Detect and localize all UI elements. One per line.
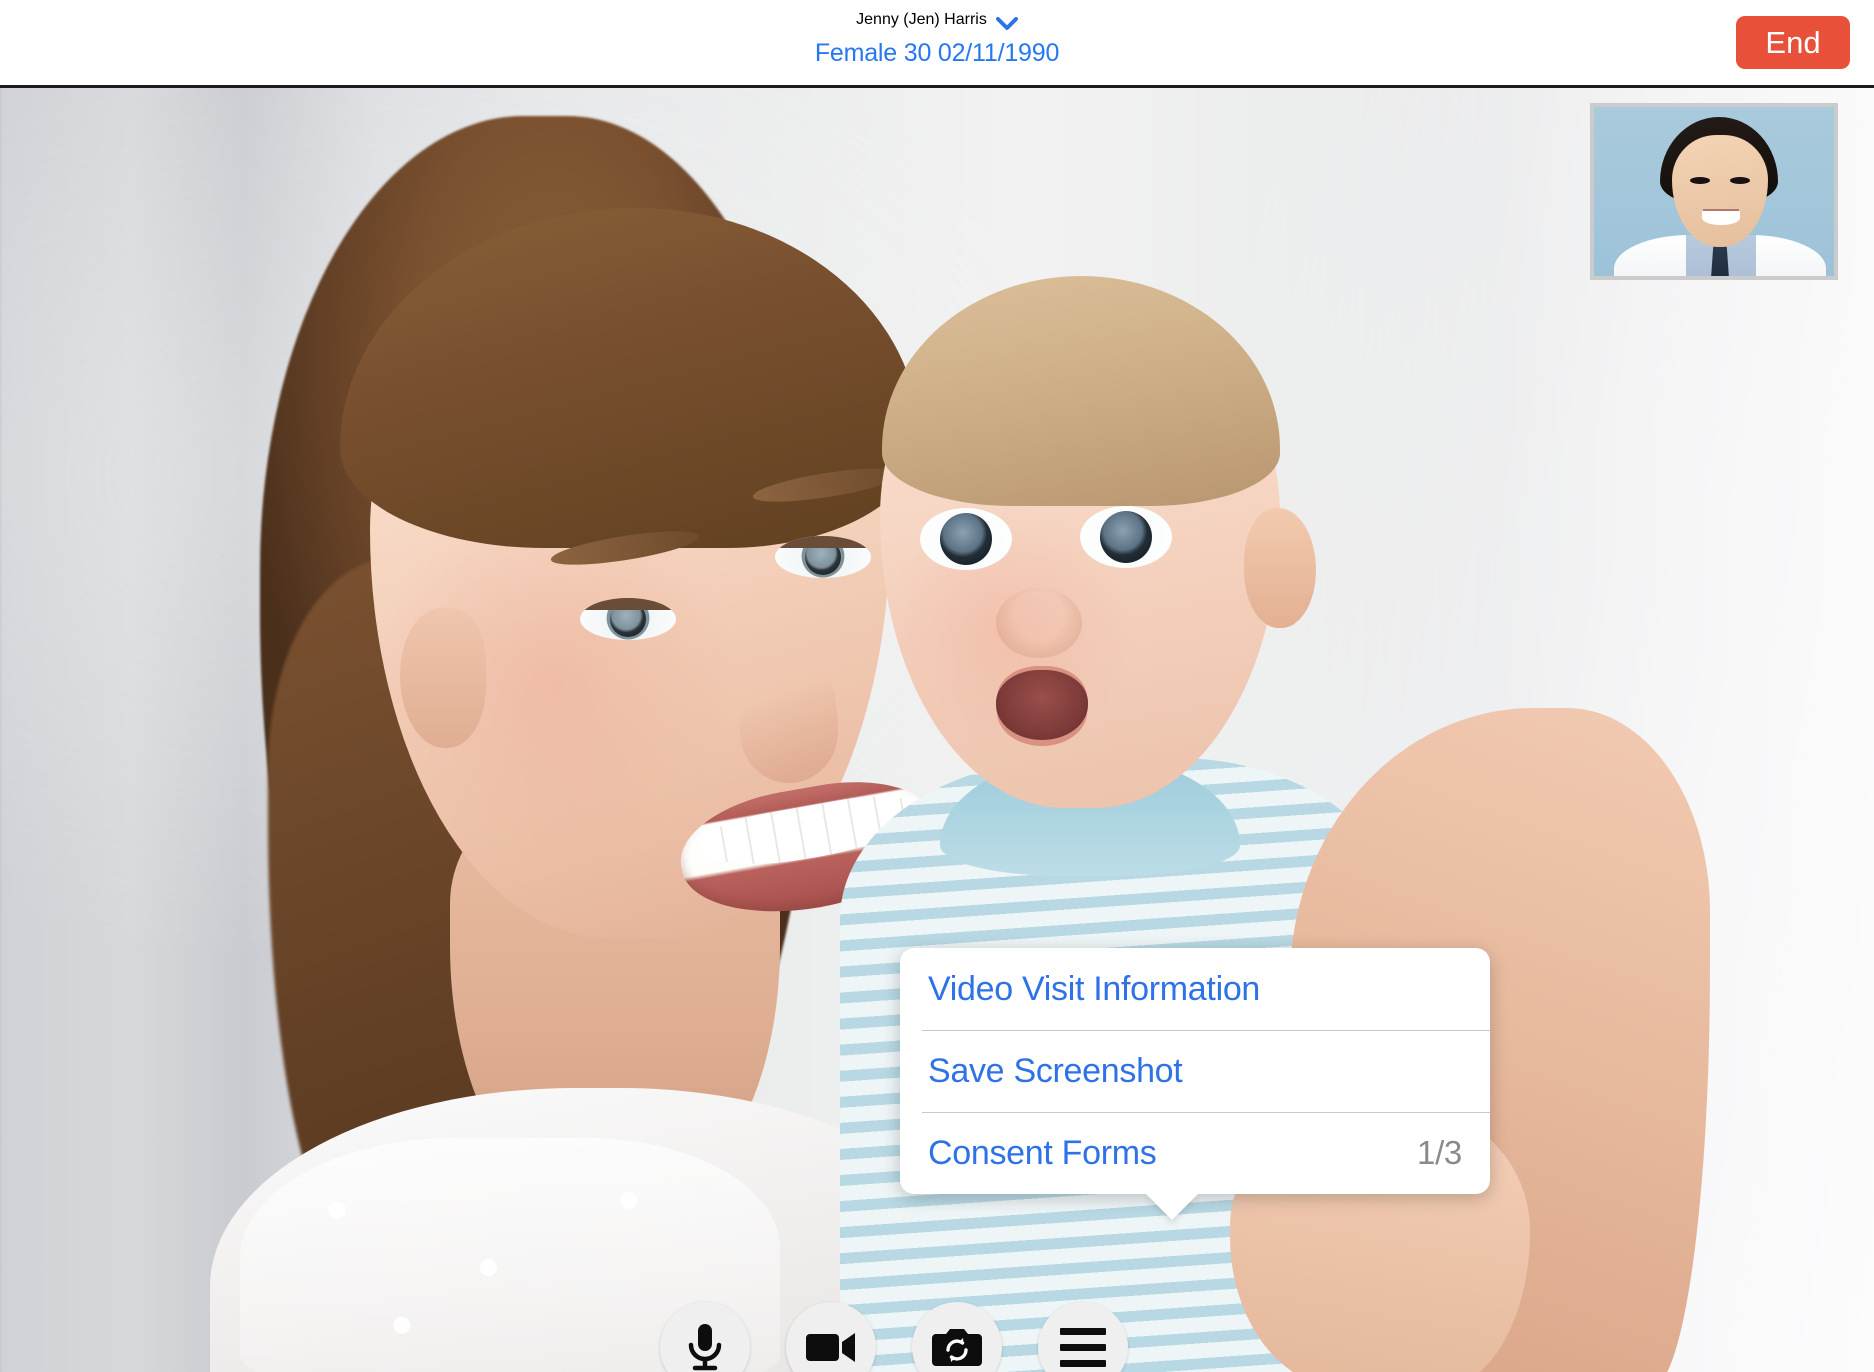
provider-eye-shape [1730, 177, 1750, 184]
patient-info-block[interactable]: Jenny (Jen) Harris Female 30 02/11/1990 [0, 8, 1874, 66]
provider-self-view-thumbnail[interactable] [1590, 103, 1838, 280]
menu-item-consent-forms[interactable]: Consent Forms 1/3 [900, 1112, 1490, 1194]
infant-eye-shape [1080, 506, 1172, 568]
patient-demographics: Female 30 02/11/1990 [814, 39, 1060, 67]
video-camera-icon [805, 1329, 857, 1365]
infant-ear-shape [1244, 508, 1316, 628]
camera-button[interactable] [786, 1302, 876, 1372]
chevron-down-icon[interactable] [995, 8, 1018, 31]
menu-item-label: Save Screenshot [928, 1051, 1183, 1090]
infant-mouth-shape [996, 670, 1088, 740]
self-view-feed [1594, 107, 1834, 276]
call-action-menu: Video Visit Information Save Screenshot … [900, 948, 1490, 1220]
end-call-button[interactable]: End [1736, 16, 1850, 69]
provider-face-shape [1672, 135, 1768, 247]
switch-camera-button[interactable] [912, 1302, 1002, 1372]
hamburger-menu-icon [1060, 1327, 1106, 1367]
infant-hair-shape [882, 276, 1280, 506]
consent-forms-count-badge: 1/3 [1417, 1134, 1462, 1171]
ear-shape [400, 608, 486, 748]
menu-pointer-tail [1145, 1193, 1199, 1220]
patient-name-row[interactable]: Jenny (Jen) Harris [856, 8, 1018, 31]
microphone-icon [683, 1321, 727, 1372]
menu-item-label: Consent Forms [928, 1133, 1157, 1172]
microphone-button[interactable] [660, 1302, 750, 1372]
call-header-bar: Jenny (Jen) Harris Female 30 02/11/1990 … [0, 0, 1874, 88]
infant-nose-shape [996, 588, 1082, 658]
menu-button[interactable] [1038, 1302, 1128, 1372]
camera-flip-icon [931, 1325, 983, 1369]
infant-eye-shape [920, 508, 1012, 570]
provider-smile-shape [1702, 211, 1740, 225]
provider-eye-shape [1690, 177, 1710, 184]
patient-name: Jenny (Jen) Harris [856, 10, 987, 28]
menu-item-save-screenshot[interactable]: Save Screenshot [900, 1030, 1490, 1112]
menu-item-label: Video Visit Information [928, 969, 1261, 1008]
menu-item-video-visit-information[interactable]: Video Visit Information [900, 948, 1490, 1030]
call-control-bar [660, 1302, 1128, 1372]
video-call-stage: Video Visit Information Save Screenshot … [0, 88, 1874, 1372]
eye-shape [580, 598, 676, 640]
